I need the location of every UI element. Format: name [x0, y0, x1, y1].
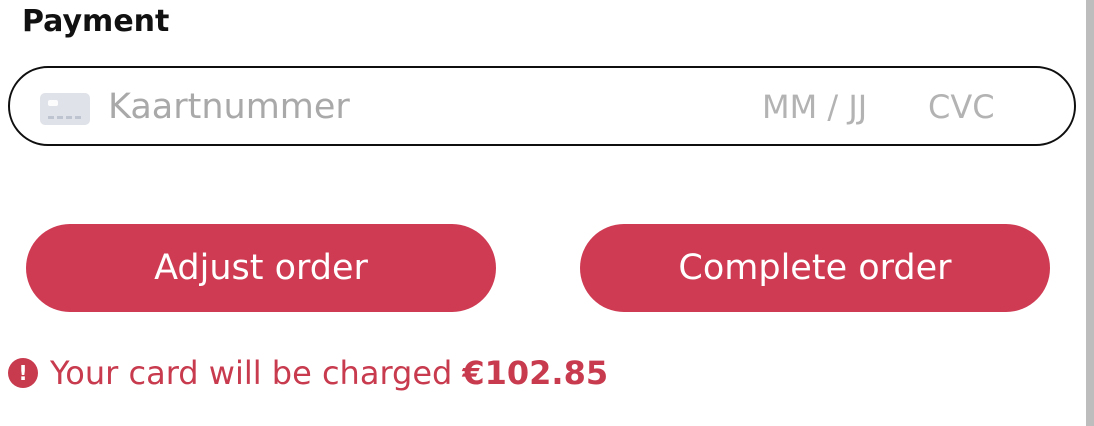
expiry-input[interactable]	[762, 87, 890, 127]
card-number-dots-icon	[48, 116, 82, 119]
complete-order-button[interactable]: Complete order	[580, 224, 1050, 312]
credit-card-icon	[40, 93, 90, 125]
card-chip-icon	[48, 100, 58, 106]
charge-amount: €102.85	[462, 354, 609, 392]
cvc-input[interactable]	[928, 87, 1038, 127]
card-details-field[interactable]	[8, 66, 1076, 146]
adjust-order-button[interactable]: Adjust order	[26, 224, 496, 312]
charge-notice-text: Your card will be charged	[50, 354, 453, 392]
window-scrollbar-rail[interactable]	[1086, 0, 1094, 426]
charge-notice: ! Your card will be charged €102.85	[8, 353, 608, 393]
card-number-input[interactable]	[108, 87, 648, 127]
payment-title: Payment	[22, 4, 170, 39]
payment-panel: Payment Adjust order Complete order ! Yo…	[0, 0, 1094, 426]
warning-icon: !	[8, 358, 38, 388]
